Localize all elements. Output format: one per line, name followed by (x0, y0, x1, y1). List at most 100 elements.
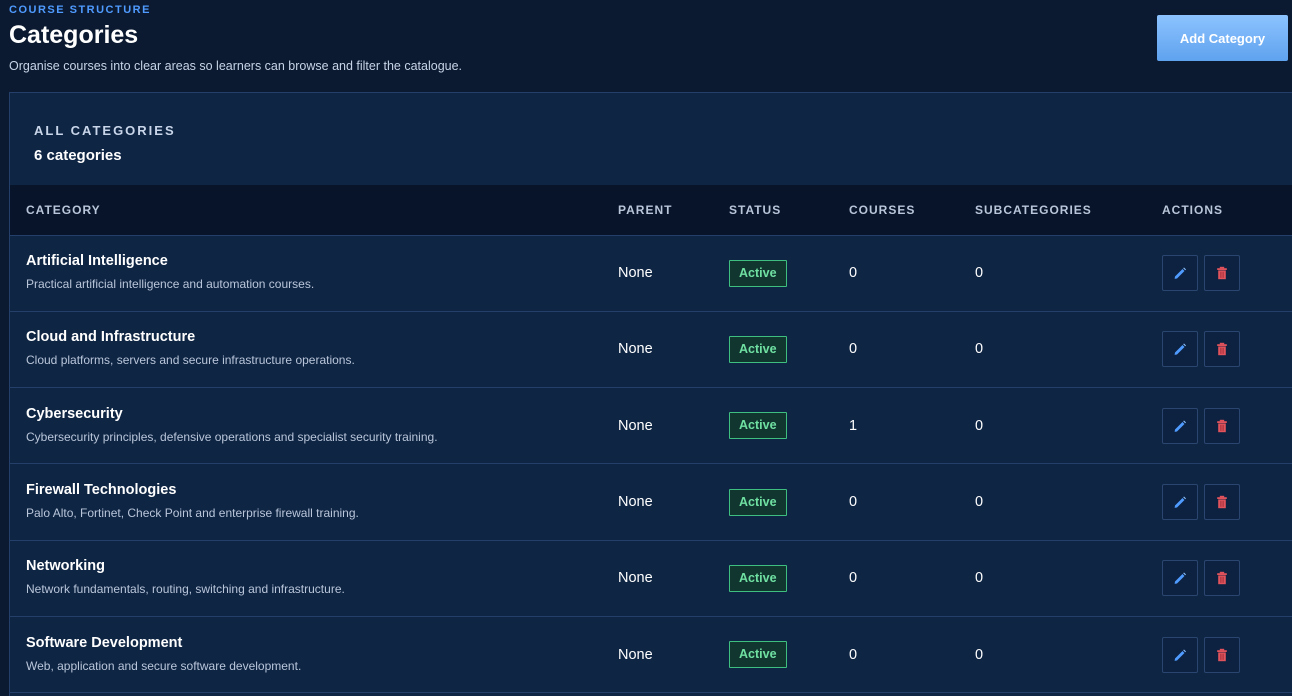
edit-button[interactable] (1162, 484, 1198, 521)
courses-count: 0 (849, 646, 858, 663)
column-header-parent[interactable]: PARENT (602, 185, 713, 236)
subcategories-count: 0 (975, 570, 984, 587)
table-row[interactable]: Artificial Intelligence Practical artifi… (10, 235, 1292, 312)
courses-count: 0 (849, 341, 858, 358)
category-name[interactable]: Firewall Technologies (26, 482, 602, 498)
pencil-icon (1174, 496, 1186, 508)
delete-button[interactable] (1204, 255, 1240, 292)
category-cell: Networking Network fundamentals, routing… (10, 540, 602, 616)
courses-count: 0 (849, 265, 858, 282)
column-header-category[interactable]: CATEGORY (10, 185, 602, 236)
category-name[interactable]: Cloud and Infrastructure (26, 329, 602, 345)
status-badge: Active (729, 564, 787, 592)
delete-button[interactable] (1204, 560, 1240, 597)
page-title: Categories (9, 21, 139, 49)
category-description: Practical artificial intelligence and au… (26, 277, 315, 292)
row-actions (1162, 484, 1292, 521)
actions-cell (1146, 311, 1292, 387)
category-description: Cloud platforms, servers and secure infr… (26, 353, 355, 368)
page-eyebrow: COURSE STRUCTURE (9, 4, 151, 16)
delete-button[interactable] (1204, 484, 1240, 521)
status-cell: Active (713, 464, 833, 540)
table-header-row: CATEGORY PARENT STATUS COURSES SUBCATEGO… (10, 185, 1292, 236)
edit-button[interactable] (1162, 636, 1198, 673)
category-name[interactable]: Software Development (26, 635, 602, 651)
table-row[interactable]: Networking Network fundamentals, routing… (10, 540, 1292, 617)
parent-cell: None (618, 570, 653, 587)
parent-cell: None (618, 494, 653, 511)
row-actions (1162, 407, 1292, 444)
courses-count: 1 (849, 417, 858, 434)
status-cell: Active (713, 388, 833, 464)
edit-button[interactable] (1162, 407, 1198, 444)
status-badge: Active (729, 259, 787, 287)
row-actions (1162, 636, 1292, 673)
category-cell: Software Development Web, application an… (10, 616, 602, 692)
column-header-subcategories[interactable]: SUBCATEGORIES (959, 185, 1146, 236)
row-actions (1162, 255, 1292, 292)
category-description: Palo Alto, Fortinet, Check Point and ent… (26, 506, 359, 521)
table-row[interactable]: Software Development Web, application an… (10, 616, 1292, 693)
delete-button[interactable] (1204, 636, 1240, 673)
actions-cell (1146, 540, 1292, 616)
status-cell: Active (713, 235, 833, 311)
actions-cell (1146, 388, 1292, 464)
trash-icon (1217, 572, 1227, 585)
status-cell: Active (713, 311, 833, 387)
table-row[interactable]: Firewall Technologies Palo Alto, Fortine… (10, 464, 1292, 541)
trash-icon (1217, 648, 1227, 661)
category-description: Web, application and secure software dev… (26, 658, 302, 673)
status-cell: Active (713, 540, 833, 616)
category-description: Cybersecurity principles, defensive oper… (26, 429, 438, 444)
pencil-icon (1174, 420, 1186, 432)
courses-count: 0 (849, 494, 858, 511)
courses-count: 0 (849, 570, 858, 587)
pencil-icon (1174, 572, 1186, 585)
status-cell: Active (713, 616, 833, 692)
column-header-actions: ACTIONS (1146, 185, 1292, 236)
category-cell: Firewall Technologies Palo Alto, Fortine… (10, 464, 602, 540)
table-row[interactable]: Cloud and Infrastructure Cloud platforms… (10, 311, 1292, 388)
subcategories-count: 0 (975, 494, 984, 511)
parent-cell: None (618, 341, 653, 358)
edit-button[interactable] (1162, 560, 1198, 597)
row-actions (1162, 331, 1292, 368)
pencil-icon (1174, 267, 1186, 280)
edit-button[interactable] (1162, 331, 1198, 368)
column-header-status[interactable]: STATUS (713, 185, 833, 236)
category-description: Network fundamentals, routing, switching… (26, 582, 345, 597)
categories-table: CATEGORY PARENT STATUS COURSES SUBCATEGO… (10, 185, 1292, 693)
delete-button[interactable] (1204, 331, 1240, 368)
subcategories-count: 0 (975, 417, 984, 434)
row-actions (1162, 560, 1292, 597)
status-badge: Active (729, 488, 787, 516)
parent-cell: None (618, 417, 653, 434)
panel-header: ALL CATEGORIES 6 categories (34, 123, 176, 164)
column-header-courses[interactable]: COURSES (833, 185, 959, 236)
subcategories-count: 0 (975, 265, 984, 282)
actions-cell (1146, 616, 1292, 692)
category-name[interactable]: Cybersecurity (26, 406, 602, 422)
category-cell: Cloud and Infrastructure Cloud platforms… (10, 311, 602, 387)
trash-icon (1217, 419, 1227, 432)
categories-panel: ALL CATEGORIES 6 categories CATEGORY PAR… (9, 92, 1292, 696)
edit-button[interactable] (1162, 255, 1198, 292)
pencil-icon (1174, 343, 1186, 356)
category-cell: Cybersecurity Cybersecurity principles, … (10, 388, 602, 464)
actions-cell (1146, 235, 1292, 311)
trash-icon (1217, 495, 1227, 509)
categories-page: COURSE STRUCTURE Categories Organise cou… (0, 0, 1292, 696)
subcategories-count: 0 (975, 341, 984, 358)
delete-button[interactable] (1204, 407, 1240, 444)
category-cell: Artificial Intelligence Practical artifi… (10, 235, 602, 311)
status-badge: Active (729, 641, 787, 669)
category-count: 6 categories (34, 147, 122, 164)
panel-label: ALL CATEGORIES (34, 123, 176, 138)
category-name[interactable]: Networking (26, 558, 602, 574)
trash-icon (1217, 343, 1227, 356)
add-category-button[interactable]: Add Category (1157, 15, 1288, 61)
trash-icon (1217, 266, 1227, 280)
table-row[interactable]: Cybersecurity Cybersecurity principles, … (10, 388, 1292, 464)
actions-cell (1146, 464, 1292, 540)
category-name[interactable]: Artificial Intelligence (26, 253, 602, 269)
